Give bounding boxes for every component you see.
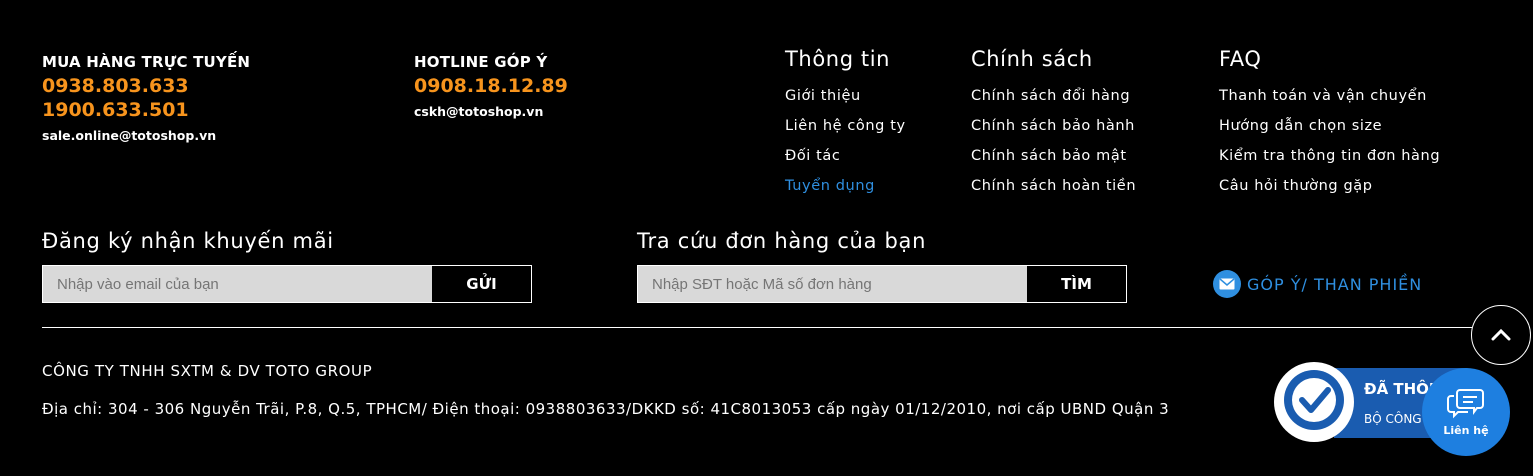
footer-link-careers[interactable]: Tuyển dụng <box>785 171 906 201</box>
footer-col-info: Thông tin Giới thiệu Liên hệ công ty Đối… <box>785 47 906 201</box>
footer-col-policy-title: Chính sách <box>971 47 1093 71</box>
order-lookup-title: Tra cứu đơn hàng của bạn <box>637 229 927 253</box>
subscribe-submit-button[interactable]: GỬI <box>432 266 531 302</box>
subscribe-email-input[interactable] <box>43 266 432 302</box>
contact-online-phone-2[interactable]: 1900.633.501 <box>42 98 250 122</box>
footer-col-info-title: Thông tin <box>785 47 891 71</box>
feedback-complaint-link[interactable]: GÓP Ý/ THAN PHIỀN <box>1213 270 1422 298</box>
mail-icon <box>1213 270 1241 298</box>
check-seal-icon <box>1280 366 1348 438</box>
company-address: Địa chỉ: 304 - 306 Nguyễn Trãi, P.8, Q.5… <box>42 400 1170 418</box>
contact-feedback-phone[interactable]: 0908.18.12.89 <box>414 74 568 98</box>
footer-link-contact[interactable]: Liên hệ công ty <box>785 111 906 141</box>
order-lookup-input[interactable] <box>638 266 1027 302</box>
footer-link-payment-shipping[interactable]: Thanh toán và vận chuyển <box>1219 81 1440 111</box>
order-lookup-form: TÌM <box>637 265 1127 303</box>
footer-col-faq: FAQ Thanh toán và vận chuyển Hướng dẫn c… <box>1219 47 1440 201</box>
contact-feedback-title: HOTLINE GÓP Ý <box>414 53 548 71</box>
feedback-complaint-label: GÓP Ý/ THAN PHIỀN <box>1247 274 1423 294</box>
order-lookup-section: Tra cứu đơn hàng của bạn TÌM <box>637 229 1127 303</box>
footer-col-faq-title: FAQ <box>1219 47 1262 71</box>
subscribe-title: Đăng ký nhận khuyến mãi <box>42 229 334 253</box>
chat-contact-label: Liên hệ <box>1443 424 1489 437</box>
footer-link-order-check[interactable]: Kiểm tra thông tin đơn hàng <box>1219 141 1440 171</box>
company-name: CÔNG TY TNHH SXTM & DV TOTO GROUP <box>42 362 373 380</box>
contact-feedback: HOTLINE GÓP Ý 0908.18.12.89 cskh@totosho… <box>414 53 568 119</box>
footer-link-warranty-policy[interactable]: Chính sách bảo hành <box>971 111 1136 141</box>
footer-divider <box>42 327 1492 328</box>
footer-link-exchange-policy[interactable]: Chính sách đổi hàng <box>971 81 1136 111</box>
footer-link-about[interactable]: Giới thiệu <box>785 81 906 111</box>
chat-bubbles-icon <box>1446 387 1486 422</box>
badge-seal <box>1274 362 1354 442</box>
footer-link-privacy-policy[interactable]: Chính sách bảo mật <box>971 141 1136 171</box>
footer-link-common-questions[interactable]: Câu hỏi thường gặp <box>1219 171 1440 201</box>
contact-feedback-email[interactable]: cskh@totoshop.vn <box>414 104 568 119</box>
footer-link-refund-policy[interactable]: Chính sách hoàn tiền <box>971 171 1136 201</box>
footer-col-policy: Chính sách Chính sách đổi hàng Chính sác… <box>971 47 1136 201</box>
footer-link-partners[interactable]: Đối tác <box>785 141 906 171</box>
chevron-up-icon <box>1491 326 1511 345</box>
contact-online-email[interactable]: sale.online@totoshop.vn <box>42 128 250 143</box>
scroll-top-button[interactable] <box>1471 305 1531 365</box>
subscribe-form: GỬI <box>42 265 532 303</box>
chat-contact-button[interactable]: Liên hệ <box>1422 368 1510 456</box>
contact-online-title: MUA HÀNG TRỰC TUYẾN <box>42 53 251 71</box>
contact-online-phone-1[interactable]: 0938.803.633 <box>42 74 250 98</box>
order-lookup-search-button[interactable]: TÌM <box>1027 266 1126 302</box>
footer-link-size-guide[interactable]: Hướng dẫn chọn size <box>1219 111 1440 141</box>
subscribe-section: Đăng ký nhận khuyến mãi GỬI <box>42 229 532 303</box>
contact-online: MUA HÀNG TRỰC TUYẾN 0938.803.633 1900.63… <box>42 53 250 143</box>
